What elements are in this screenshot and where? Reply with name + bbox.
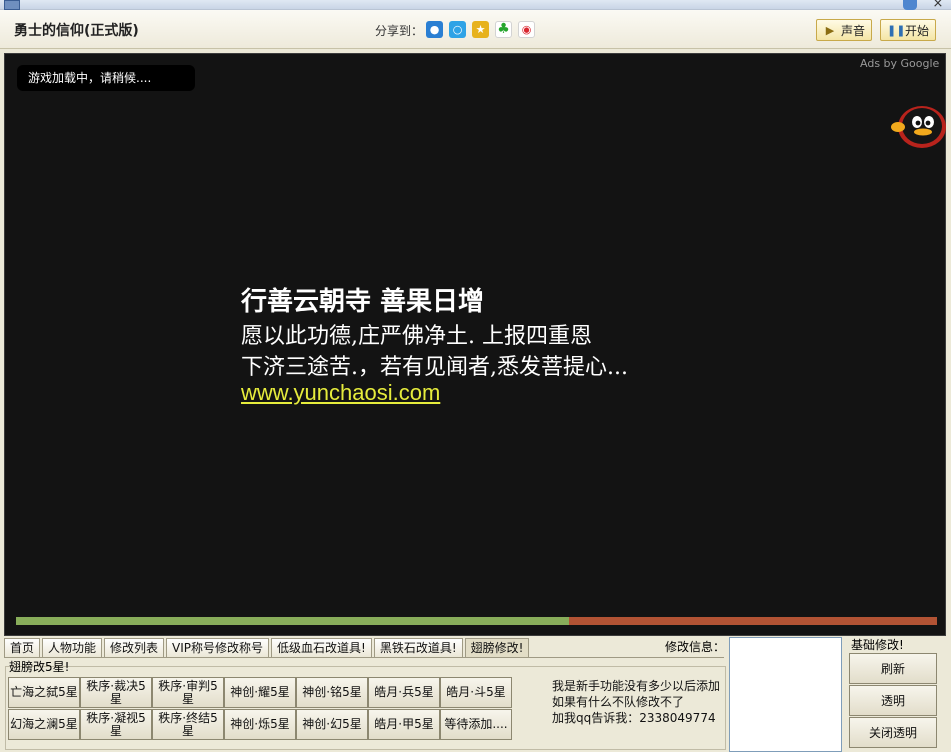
game-canvas[interactable]: 游戏加载中，请稍候.... Ads by Google 行善云朝寺 善果日增 愿… (4, 53, 946, 636)
message-line-1: 行善云朝寺 善果日增 (241, 287, 485, 317)
wing-button-13[interactable]: 等待添加.... (440, 709, 512, 740)
cup-icon[interactable] (903, 0, 917, 10)
info-line-2: 如果有什么不队修改不了 (552, 695, 685, 709)
start-button[interactable]: ❚❚ 开始 (880, 19, 936, 41)
qzone-icon[interactable]: ○ (449, 21, 466, 38)
tab-0[interactable]: 首页 (4, 638, 41, 657)
wing-button-9[interactable]: 秩序·终结5星 (152, 709, 224, 740)
loading-message: 游戏加载中，请稍候.... (17, 65, 195, 91)
wing-button-3[interactable]: 神创·耀5星 (224, 677, 296, 708)
wing-button-2[interactable]: 秩序·审判5星 (152, 677, 224, 708)
page-title: 勇士的信仰(正式版) (14, 23, 139, 39)
wing-button-0[interactable]: 亡海之弑5星 (8, 677, 80, 708)
wing-button-7[interactable]: 幻海之澜5星 (8, 709, 80, 740)
modify-info-label: 修改信息： (665, 640, 726, 654)
app-window: × 勇士的信仰(正式版) 分享到： ● ○ ★ ♣ ◉ ▶ 声音 ❚❚ 开始 游… (0, 0, 951, 752)
start-button-label: 开始 (905, 23, 930, 38)
base-modify-button-1[interactable]: 透明 (849, 685, 937, 716)
qq-icon[interactable]: ● (426, 21, 443, 38)
wing-button-4[interactable]: 神创·铭5星 (296, 677, 368, 708)
header-bar: 勇士的信仰(正式版) 分享到： ● ○ ★ ♣ ◉ ▶ 声音 ❚❚ 开始 (0, 10, 951, 49)
app-icon (4, 0, 20, 10)
info-text: 我是新手功能没有多少以后添加 如果有什么不队修改不了 加我qq告诉我：23380… (552, 678, 720, 726)
modify-info-box[interactable] (729, 637, 842, 752)
info-line-3: 加我qq告诉我：2338049774 (552, 711, 716, 725)
tab-2[interactable]: 修改列表 (104, 638, 165, 657)
wing-button-8[interactable]: 秩序·凝视5星 (80, 709, 152, 740)
wing-group-label: 翅膀改5星! (9, 660, 70, 674)
tab-bar: 首页 人物功能 修改列表 VIP称号修改称号 低级血石改道具! 黑铁石改道具! 翅膀修改! (4, 638, 531, 657)
message-line-3: 下济三途苦.，若有见闻者,悉发菩提心... (241, 355, 628, 380)
tab-4[interactable]: 低级血石改道具! (271, 638, 372, 657)
control-panel: 首页 人物功能 修改列表 VIP称号修改称号 低级血石改道具! 黑铁石改道具! 翅膀修改! … (0, 636, 951, 752)
share-icons: ● ○ ★ ♣ ◉ (426, 21, 535, 38)
sound-button-label: 声音 (840, 23, 865, 38)
message-url-link[interactable]: www.yunchaosi.com (241, 380, 440, 406)
share-label: 分享到： (375, 24, 424, 38)
speaker-icon: ▶ (825, 23, 835, 37)
ads-label[interactable]: Ads by Google (860, 57, 939, 70)
window-top-strip: × (0, 0, 951, 11)
base-modify-button-0[interactable]: 刷新 (849, 653, 937, 684)
wing-button-5[interactable]: 皓月·兵5星 (368, 677, 440, 708)
info-line-1: 我是新手功能没有多少以后添加 (552, 679, 721, 693)
wing-button-11[interactable]: 神创·幻5星 (296, 709, 368, 740)
pengyou-icon[interactable]: ★ (472, 21, 489, 38)
tab-5[interactable]: 黑铁石改道具! (373, 638, 463, 657)
wing-button-12[interactable]: 皓月·甲5星 (368, 709, 440, 740)
pause-icon: ❚❚ (887, 23, 906, 37)
loading-progress-fill (16, 617, 569, 625)
base-modify-button-2[interactable]: 关闭透明 (849, 717, 937, 748)
tab-6[interactable]: 翅膀修改! (464, 638, 530, 657)
tab-divider (4, 657, 724, 658)
weibo-icon[interactable]: ◉ (518, 21, 535, 38)
tab-3[interactable]: VIP称号修改称号 (166, 638, 270, 657)
sound-button[interactable]: ▶ 声音 (816, 19, 872, 41)
wing-button-1[interactable]: 秩序·裁决5星 (80, 677, 152, 708)
clover-icon[interactable]: ♣ (495, 21, 512, 38)
base-modify-buttons: 刷新 透明 关闭透明 (849, 653, 937, 748)
wing-button-grid: 亡海之弑5星 秩序·裁决5星 秩序·审判5星 神创·耀5星 神创·铭5星 皓月·兵5星 皓月… (8, 677, 512, 740)
qq-penguin-icon[interactable] (889, 97, 949, 149)
wing-button-10[interactable]: 神创·烁5星 (224, 709, 296, 740)
loading-progress-bar (16, 617, 937, 625)
wing-button-6[interactable]: 皓月·斗5星 (440, 677, 512, 708)
base-modify-label: 基础修改! (851, 638, 904, 652)
tab-1[interactable]: 人物功能 (42, 638, 103, 657)
message-line-2: 愿以此功德,庄严佛净土. 上报四重恩 (241, 324, 592, 349)
